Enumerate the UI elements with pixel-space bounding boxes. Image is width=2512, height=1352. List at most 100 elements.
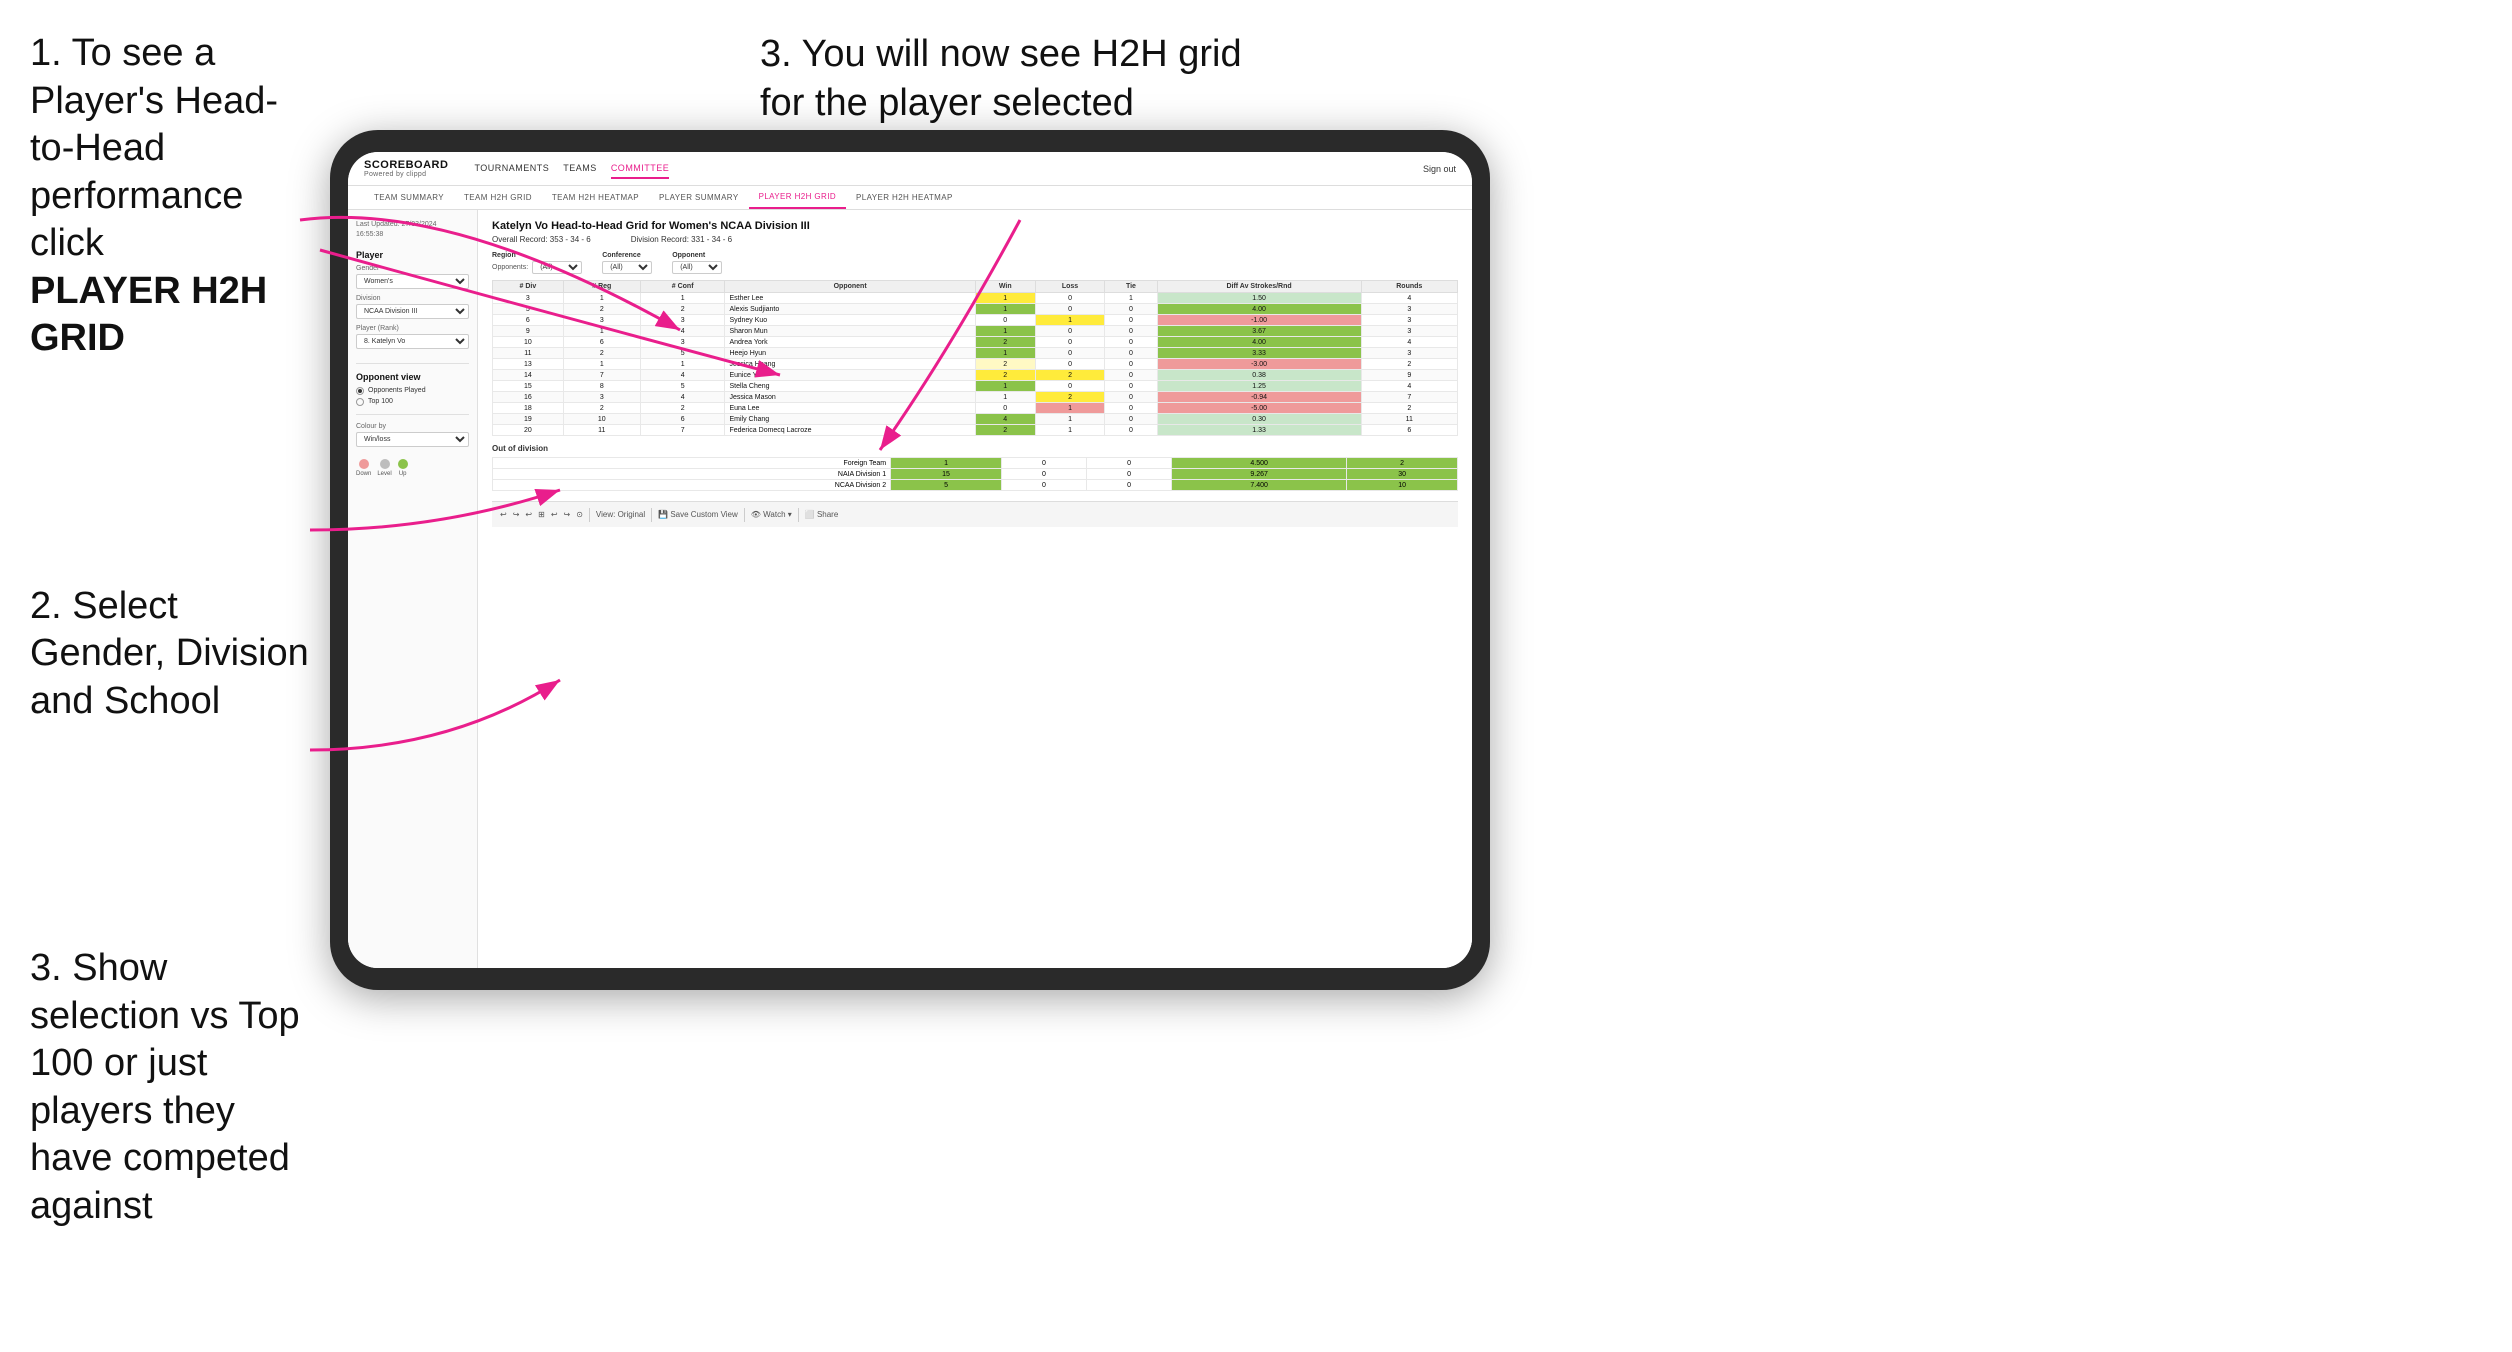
table-row: 15 8 5 Stella Cheng 1 0 0 1.25 4 — [493, 381, 1458, 392]
gender-select[interactable]: Women's — [356, 274, 469, 289]
step3-left-text: 3. Show selection vs Top 100 or just pla… — [30, 945, 310, 1230]
colour-down: Down — [356, 459, 371, 477]
undo-btn[interactable]: ↩ — [500, 510, 507, 519]
toolbar-sep2 — [651, 508, 652, 522]
region-select[interactable]: (All) — [532, 261, 582, 274]
ood-table-body: Foreign Team 1 0 0 4.500 2 NAIA Division… — [493, 458, 1458, 491]
player-rank-label: Player (Rank) — [356, 325, 469, 332]
grid-title: Katelyn Vo Head-to-Head Grid for Women's… — [492, 220, 1458, 232]
step3-right-block: 3. You will now see H2H grid for the pla… — [760, 30, 1260, 129]
table-row: 6 3 3 Sydney Kuo 0 1 0 -1.00 3 — [493, 315, 1458, 326]
division-label: Division — [356, 295, 469, 302]
sub-nav-team-h2h-heatmap[interactable]: TEAM H2H HEATMAP — [542, 186, 649, 209]
table-row: 9 1 4 Sharon Mun 1 0 0 3.67 3 — [493, 326, 1458, 337]
tablet-frame: SCOREBOARD Powered by clippd TOURNAMENTS… — [330, 130, 1490, 990]
radio-top100[interactable]: Top 100 — [356, 398, 469, 406]
th-loss: Loss — [1035, 281, 1105, 293]
brand: SCOREBOARD Powered by clippd — [364, 159, 448, 178]
save-custom-view-btn[interactable]: 💾 Save Custom View — [658, 510, 738, 519]
table-row: 5 2 2 Alexis Sudjianto 1 0 0 4.00 3 — [493, 304, 1458, 315]
brand-name: SCOREBOARD — [364, 159, 448, 171]
division-select[interactable]: NCAA Division III — [356, 304, 469, 319]
overall-record: Overall Record: 353 - 34 - 6 — [492, 235, 591, 244]
sub-nav-player-h2h-grid[interactable]: PLAYER H2H GRID — [749, 186, 846, 209]
colour-level: Level — [377, 459, 391, 477]
th-div: # Div — [493, 281, 564, 293]
conference-label: Conference — [602, 252, 652, 259]
step1-bold: PLAYER H2H GRID — [30, 270, 267, 360]
table-row: 19 10 6 Emily Chang 4 1 0 0.30 11 — [493, 414, 1458, 425]
sub-nav-player-summary[interactable]: PLAYER SUMMARY — [649, 186, 749, 209]
sub-navbar: TEAM SUMMARY TEAM H2H GRID TEAM H2H HEAT… — [348, 186, 1472, 210]
region-filter: Region Opponents: (All) — [492, 252, 582, 274]
tablet-screen: SCOREBOARD Powered by clippd TOURNAMENTS… — [348, 152, 1472, 968]
table-row: 11 2 5 Heejo Hyun 1 0 0 3.33 3 — [493, 348, 1458, 359]
brand-sub: Powered by clippd — [364, 171, 448, 178]
share-btn[interactable]: ⬜ Share — [805, 510, 839, 519]
radio-top100-dot — [356, 398, 364, 406]
bottom-toolbar: ↩ ↪ ↩ ⊞ ↩ ↪ ⊙ View: Original 💾 Save Cust… — [492, 501, 1458, 527]
table-header: # Div # Reg # Conf Opponent Win Loss Tie… — [493, 281, 1458, 293]
sub-nav-team-summary[interactable]: TEAM SUMMARY — [364, 186, 454, 209]
view-original-btn[interactable]: View: Original — [596, 510, 645, 519]
step1-text: 1. To see a Player's Head-to-Head perfor… — [30, 30, 310, 363]
last-updated: Last Updated: 27/03/2024 16:55:38 — [356, 220, 469, 240]
ood-header: Out of division — [492, 444, 1458, 453]
step1-block: 1. To see a Player's Head-to-Head perfor… — [30, 30, 310, 363]
nav-committee[interactable]: COMMITTEE — [611, 159, 670, 179]
th-conf: # Conf — [640, 281, 725, 293]
opponent-filter-label: Opponent — [672, 252, 722, 259]
opponent-view-title: Opponent view — [356, 372, 469, 382]
opponent-select[interactable]: (All) — [672, 261, 722, 274]
grid-btn[interactable]: ⊞ — [538, 510, 545, 519]
nav-tournaments[interactable]: TOURNAMENTS — [474, 159, 549, 179]
filter-section: Region Opponents: (All) Conference ( — [492, 252, 1458, 274]
conference-select[interactable]: (All) — [602, 261, 652, 274]
right-panel: Katelyn Vo Head-to-Head Grid for Women's… — [478, 210, 1472, 968]
ood-table-row: NCAA Division 2 5 0 0 7.400 10 — [493, 480, 1458, 491]
grid-subtitle: Overall Record: 353 - 34 - 6 Division Re… — [492, 235, 1458, 244]
colour-legend: Down Level Up — [356, 459, 469, 477]
th-tie: Tie — [1105, 281, 1157, 293]
opponent-filter: Opponent (All) — [672, 252, 722, 274]
gender-label: Gender — [356, 265, 469, 272]
ood-table-row: NAIA Division 1 15 0 0 9.267 30 — [493, 469, 1458, 480]
ood-table: Foreign Team 1 0 0 4.500 2 NAIA Division… — [492, 457, 1458, 491]
left-panel: Last Updated: 27/03/2024 16:55:38 Player… — [348, 210, 478, 968]
colour-by-label: Colour by — [356, 423, 469, 430]
step3-block: 3. Show selection vs Top 100 or just pla… — [30, 945, 310, 1230]
main-content: Last Updated: 27/03/2024 16:55:38 Player… — [348, 210, 1472, 968]
step2-text: 2. Select Gender, Division and School — [30, 583, 310, 726]
toolbar-sep4 — [798, 508, 799, 522]
watch-btn[interactable]: 👁 Watch ▾ — [751, 510, 792, 519]
region-label: Region — [492, 252, 582, 259]
th-reg: # Reg — [563, 281, 640, 293]
nav-sign-out[interactable]: Sign out — [1423, 164, 1456, 174]
nav-items: TOURNAMENTS TEAMS COMMITTEE — [474, 159, 1405, 179]
sub-nav-team-h2h-grid[interactable]: TEAM H2H GRID — [454, 186, 542, 209]
ood-table-row: Foreign Team 1 0 0 4.500 2 — [493, 458, 1458, 469]
conference-filter: Conference (All) — [602, 252, 652, 274]
main-data-table: # Div # Reg # Conf Opponent Win Loss Tie… — [492, 280, 1458, 436]
th-win: Win — [975, 281, 1035, 293]
th-diff: Diff Av Strokes/Rnd — [1157, 281, 1361, 293]
opponent-view-radio-group: Opponents Played Top 100 — [356, 387, 469, 406]
colour-up-dot — [398, 459, 408, 469]
undo2-btn[interactable]: ↩ — [525, 510, 532, 519]
sub-nav-player-h2h-heatmap[interactable]: PLAYER H2H HEATMAP — [846, 186, 963, 209]
table-row: 13 1 1 Jessica Huang 2 0 0 -3.00 2 — [493, 359, 1458, 370]
redo-btn[interactable]: ↪ — [513, 510, 520, 519]
toolbar-sep1 — [589, 508, 590, 522]
instructions-left: 1. To see a Player's Head-to-Head perfor… — [0, 0, 340, 1352]
nav-teams[interactable]: TEAMS — [563, 159, 597, 179]
back-btn[interactable]: ↩ — [551, 510, 558, 519]
clock-btn[interactable]: ⊙ — [576, 510, 583, 519]
division-record: Division Record: 331 - 34 - 6 — [631, 235, 732, 244]
th-opponent: Opponent — [725, 281, 975, 293]
radio-opponents-played[interactable]: Opponents Played — [356, 387, 469, 395]
table-row: 16 3 4 Jessica Mason 1 2 0 -0.94 7 — [493, 392, 1458, 403]
player-section-title: Player — [356, 250, 469, 260]
player-rank-select[interactable]: 8. Katelyn Vo — [356, 334, 469, 349]
colour-by-select[interactable]: Win/loss — [356, 432, 469, 447]
fwd-btn[interactable]: ↪ — [564, 510, 571, 519]
